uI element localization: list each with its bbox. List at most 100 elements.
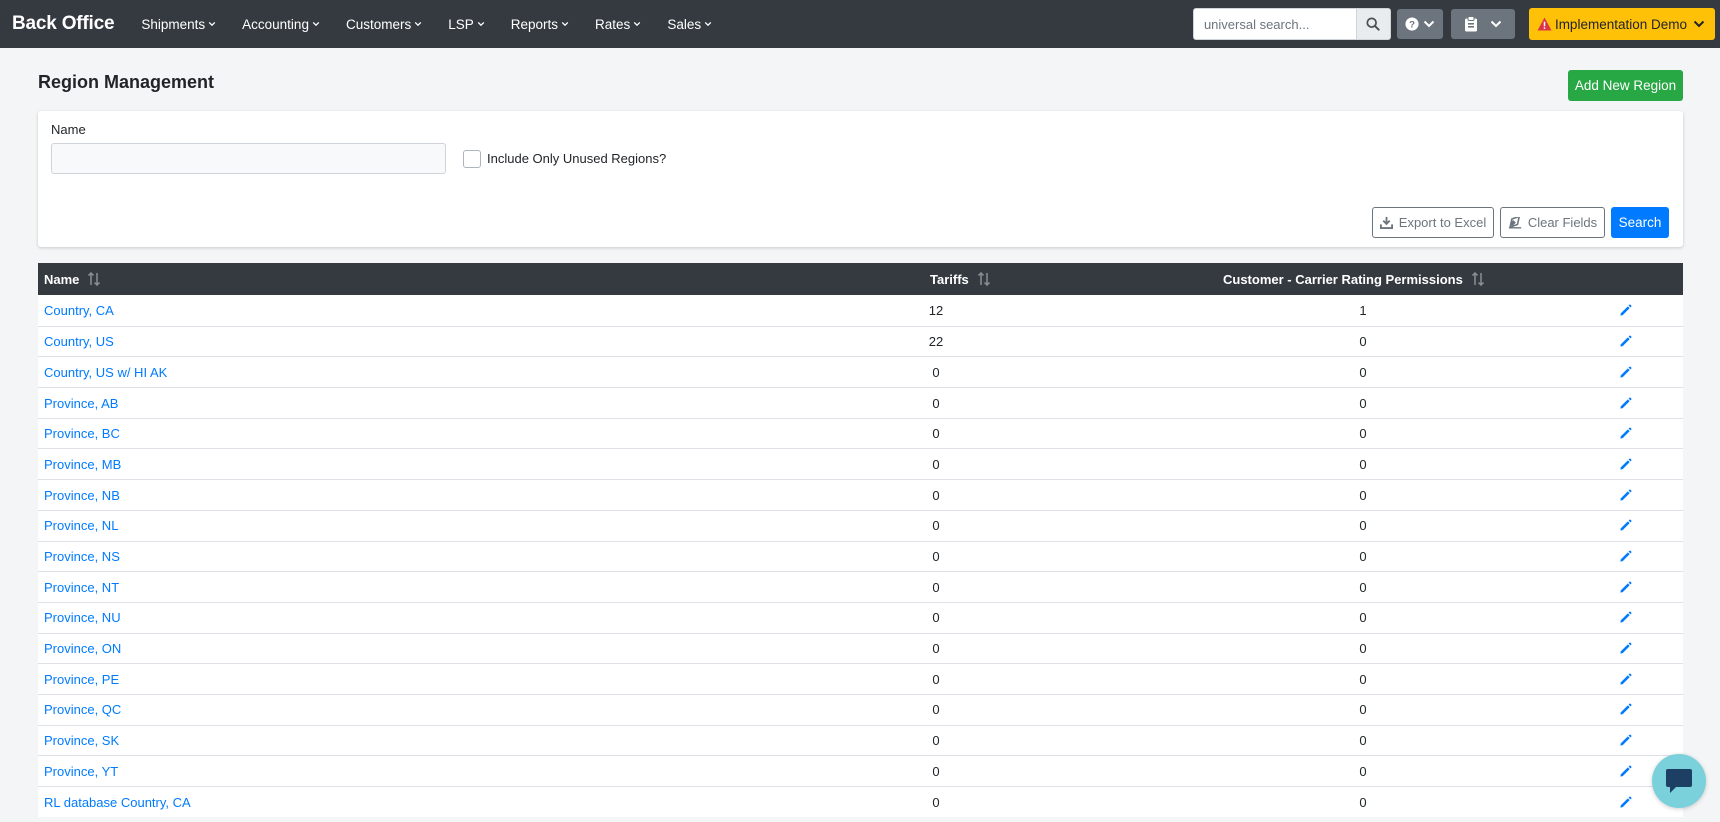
region-name-link[interactable]: Province, NL — [44, 511, 118, 541]
region-name-link[interactable]: Country, US — [44, 327, 114, 357]
region-name-link[interactable]: Province, QC — [44, 695, 121, 725]
export-to-excel-button[interactable]: Export to Excel — [1372, 207, 1494, 238]
region-name-link[interactable]: Province, NU — [44, 603, 121, 633]
region-name-link[interactable]: Province, YT — [44, 756, 118, 786]
eraser-icon — [1508, 216, 1522, 229]
permissions-count: 0 — [1359, 702, 1367, 718]
sort-icon[interactable] — [977, 272, 991, 286]
nav-menu-customers[interactable]: Customers — [346, 17, 422, 32]
search-button[interactable]: Search — [1611, 207, 1669, 238]
edit-pencil-icon[interactable] — [1613, 664, 1637, 694]
table-row: Province, NU 0 0 — [38, 601, 1683, 633]
name-filter-input[interactable] — [51, 143, 446, 174]
chevron-down-icon — [312, 21, 320, 27]
nav-menu-reports[interactable]: Reports — [511, 17, 569, 32]
tariffs-count: 0 — [932, 426, 940, 442]
nav-menu-sales[interactable]: Sales — [667, 17, 712, 32]
permissions-count: 0 — [1359, 518, 1367, 534]
tariffs-count: 0 — [932, 641, 940, 657]
edit-pencil-icon[interactable] — [1613, 634, 1637, 664]
edit-pencil-icon[interactable] — [1613, 419, 1637, 449]
search-submit-button[interactable] — [1356, 8, 1391, 40]
unused-regions-checkbox[interactable] — [463, 150, 481, 168]
chevron-down-icon — [1423, 20, 1435, 28]
column-header-name-label: Name — [44, 271, 80, 287]
tariffs-count: 0 — [932, 610, 940, 626]
edit-pencil-icon[interactable] — [1613, 542, 1637, 572]
region-name-link[interactable]: Province, NS — [44, 542, 120, 572]
permissions-count: 0 — [1359, 549, 1367, 564]
filter-panel: Name Include Only Unused Regions? Export… — [38, 111, 1683, 247]
edit-pencil-icon[interactable] — [1613, 603, 1637, 633]
table-row: Province, NL 0 0 — [38, 509, 1683, 541]
universal-search — [1192, 8, 1391, 40]
nav-menu-accounting[interactable]: Accounting — [242, 17, 320, 32]
region-name-link[interactable]: Province, MB — [44, 449, 121, 479]
nav-menu-label: LSP — [448, 16, 474, 32]
chat-widget-button[interactable] — [1652, 754, 1706, 808]
permissions-count: 0 — [1359, 456, 1367, 472]
column-header-permissions[interactable]: Customer - Carrier Rating Permissions — [1223, 263, 1485, 295]
search-icon — [1366, 17, 1381, 31]
edit-pencil-icon[interactable] — [1613, 726, 1637, 756]
sort-icon[interactable] — [87, 272, 101, 286]
sort-icon[interactable] — [1471, 272, 1485, 286]
region-name-link[interactable]: RL database Country, CA — [44, 787, 191, 817]
edit-pencil-icon[interactable] — [1613, 357, 1637, 387]
table-row: Country, US 22 0 — [38, 325, 1683, 357]
region-name-link[interactable]: Province, SK — [44, 726, 119, 756]
edit-pencil-icon[interactable] — [1613, 695, 1637, 725]
add-new-region-button[interactable]: Add New Region — [1568, 70, 1683, 101]
edit-pencil-icon[interactable] — [1613, 511, 1637, 541]
tariffs-count: 0 — [932, 671, 940, 687]
chevron-down-icon — [561, 21, 569, 27]
edit-pencil-icon[interactable] — [1613, 449, 1637, 479]
tariffs-count: 22 — [928, 334, 944, 350]
edit-pencil-icon[interactable] — [1613, 572, 1637, 602]
chevron-down-icon — [634, 21, 641, 27]
edit-pencil-icon[interactable] — [1613, 480, 1637, 510]
region-name-link[interactable]: Country, CA — [44, 295, 114, 325]
tariffs-count: 0 — [932, 549, 940, 564]
clipboard-icon — [1464, 16, 1477, 32]
permissions-count: 1 — [1359, 302, 1367, 318]
column-header-name[interactable]: Name — [44, 263, 101, 295]
clear-fields-button[interactable]: Clear Fields — [1500, 207, 1605, 238]
page-title: Region Management — [38, 72, 215, 92]
region-name-link[interactable]: Province, BC — [44, 419, 120, 449]
table-row: Province, AB 0 0 — [38, 387, 1683, 418]
table-row: Province, NS 0 0 — [38, 540, 1683, 572]
edit-pencil-icon[interactable] — [1613, 327, 1637, 357]
region-name-link[interactable]: Province, AB — [44, 388, 118, 418]
table-row: Province, NT 0 0 — [38, 571, 1683, 602]
region-name-link[interactable]: Province, ON — [44, 634, 121, 664]
navbar-right: ? Implementation Demo — [1192, 0, 1720, 48]
tariffs-count: 0 — [932, 395, 940, 411]
name-field-label: Name — [51, 122, 86, 137]
universal-search-input[interactable] — [1192, 8, 1357, 40]
table-row: Province, YT 0 0 — [38, 755, 1683, 786]
table-row: Country, CA 12 1 — [38, 295, 1683, 326]
brand-logo[interactable]: Back Office — [12, 13, 115, 35]
chevron-down-icon — [414, 21, 422, 27]
tariffs-count: 0 — [932, 579, 940, 595]
edit-pencil-icon[interactable] — [1613, 787, 1637, 817]
edit-pencil-icon[interactable] — [1613, 756, 1637, 786]
table-row: Province, BC 0 0 — [38, 417, 1683, 449]
table-row: Province, PE 0 0 — [38, 663, 1683, 694]
region-name-link[interactable]: Country, US w/ HI AK — [44, 357, 167, 387]
region-name-link[interactable]: Province, NT — [44, 572, 119, 602]
nav-menu-shipments[interactable]: Shipments — [141, 17, 216, 32]
region-name-link[interactable]: Province, PE — [44, 664, 119, 694]
help-menu-button[interactable]: ? — [1396, 9, 1443, 39]
column-header-tariffs[interactable]: Tariffs — [930, 263, 991, 295]
region-name-link[interactable]: Province, NB — [44, 480, 120, 510]
permissions-count: 0 — [1359, 426, 1367, 442]
nav-menu-rates[interactable]: Rates — [595, 17, 641, 32]
permissions-count: 0 — [1359, 487, 1367, 503]
environment-menu-button[interactable]: Implementation Demo — [1528, 8, 1715, 40]
edit-pencil-icon[interactable] — [1613, 295, 1637, 325]
nav-menu-lsp[interactable]: LSP — [448, 17, 485, 32]
clipboard-menu-button[interactable] — [1450, 9, 1515, 39]
edit-pencil-icon[interactable] — [1613, 388, 1637, 418]
